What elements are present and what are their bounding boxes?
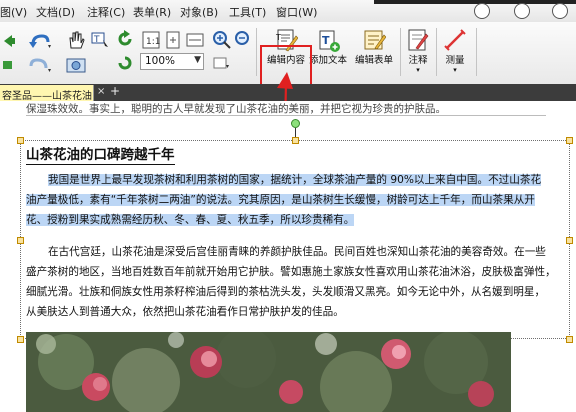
menu-comment[interactable]: 注释(C) bbox=[87, 4, 125, 20]
toolbar-divider bbox=[400, 28, 401, 76]
svg-text:T: T bbox=[275, 33, 281, 42]
chevron-down-icon: ▾ bbox=[416, 66, 420, 74]
undo-icon[interactable]: ▾ bbox=[28, 32, 52, 54]
redo-icon[interactable]: ▾ bbox=[28, 56, 52, 78]
section-heading: 山茶花油的口碑跨越千年 bbox=[26, 147, 175, 165]
menu-view[interactable]: 图(V) bbox=[0, 4, 27, 20]
actual-size-icon[interactable]: 1:1 bbox=[142, 31, 160, 53]
rotate-handle[interactable] bbox=[291, 119, 300, 128]
fit-width-icon[interactable] bbox=[186, 31, 204, 53]
nav-back-icon[interactable] bbox=[2, 32, 16, 54]
zoom-dropdown-icon[interactable]: ▾ bbox=[212, 56, 232, 76]
add-text-button[interactable]: T 添加文本 bbox=[308, 28, 348, 66]
refresh-icon[interactable] bbox=[116, 54, 134, 76]
paragraph-line: 细腻光滑。壮族和侗族女性用茶籽榨油后得到的茶枯洗头发，头发顺滑又黑亮。如今无论中… bbox=[26, 286, 546, 298]
resize-handle[interactable] bbox=[566, 237, 573, 244]
measure-icon bbox=[444, 29, 466, 51]
radio-icon[interactable] bbox=[474, 3, 490, 19]
camellia-photo-art bbox=[26, 332, 511, 412]
resize-handle[interactable] bbox=[566, 137, 573, 144]
close-icon[interactable]: × bbox=[97, 86, 105, 97]
measure-label: 测量 bbox=[445, 55, 465, 66]
zoom-value: 100% bbox=[145, 55, 176, 67]
toolbar-divider bbox=[476, 28, 477, 76]
zoom-out-icon[interactable] bbox=[234, 30, 254, 54]
menu-object[interactable]: 对象(B) bbox=[180, 4, 218, 20]
menu-tools[interactable]: 工具(T) bbox=[229, 4, 266, 20]
camellia-photo bbox=[26, 332, 511, 412]
document-page: 保湿珠效效。事实上，聪明的古人早就发现了山茶花油的美丽，并把它视为珍贵的护肤品。… bbox=[0, 101, 576, 412]
paragraph-line: 在古代宫廷，山茶花油是深受后宫佳丽青睐的养颜护肤佳品。民间百姓也深知山茶花油的美… bbox=[48, 246, 546, 258]
title-strip bbox=[374, 0, 576, 4]
radio-icon[interactable] bbox=[514, 3, 530, 19]
svg-text:▾: ▾ bbox=[48, 43, 51, 50]
svg-text:▾: ▾ bbox=[48, 67, 51, 74]
zoom-in-icon[interactable] bbox=[212, 30, 232, 54]
add-text-icon: T bbox=[319, 30, 340, 52]
plus-icon[interactable]: + bbox=[110, 84, 120, 98]
add-text-label: 添加文本 bbox=[308, 55, 347, 66]
title-area bbox=[356, 0, 576, 22]
paragraph-2: 在古代宫廷，山茶花油是深受后宫佳丽青睐的养颜护肤佳品。民间百姓也深知山茶花油的美… bbox=[26, 242, 562, 322]
hand-tool-icon[interactable] bbox=[66, 30, 86, 54]
annotate-label: 注释 bbox=[408, 55, 428, 66]
menu-form[interactable]: 表单(R) bbox=[133, 4, 171, 20]
edit-form-label: 编辑表单 bbox=[354, 55, 393, 66]
resize-handle[interactable] bbox=[17, 336, 24, 343]
paragraph-line: 油产量极低，素有“千年茶树二两油”的说法。究其原因，是山茶树生长缓慢，树龄可达上… bbox=[26, 194, 535, 206]
annotate-button[interactable]: 注释 ▾ bbox=[404, 28, 432, 74]
paragraph-line: 我国是世界上最早发现茶树和利用茶树的国家，据统计，全球茶油产量的 90%以上来自… bbox=[48, 174, 542, 186]
paragraph-line: 从美肤达人到普通大众，依然把山茶花油看作日常护肤护发的佳品。 bbox=[26, 306, 344, 318]
svg-text:1:1: 1:1 bbox=[146, 37, 160, 47]
previous-text-line: 保湿珠效效。事实上，聪明的古人早就发现了山茶花油的美丽，并把它视为珍贵的护肤品。 bbox=[26, 101, 546, 116]
resize-handle[interactable] bbox=[17, 137, 24, 144]
snapshot-icon[interactable] bbox=[66, 56, 86, 78]
resize-handle[interactable] bbox=[566, 336, 573, 343]
paragraph-line: 盛产茶树的地区，当地百姓数百年前就开始用它护肤。譬如惠施土家族女性喜欢用山茶花油… bbox=[26, 266, 556, 278]
nav-forward-icon[interactable] bbox=[2, 56, 16, 78]
paragraph-1: 我国是世界上最早发现茶树和利用茶树的国家，据统计，全球茶油产量的 90%以上来自… bbox=[26, 170, 562, 230]
measure-button[interactable]: 测量 ▾ bbox=[440, 28, 470, 74]
select-text-icon[interactable]: T bbox=[90, 30, 110, 54]
svg-text:T: T bbox=[93, 35, 100, 45]
edit-form-button[interactable]: 编辑表单 bbox=[350, 28, 398, 66]
resize-handle[interactable] bbox=[292, 137, 299, 144]
rotate-icon[interactable] bbox=[116, 30, 134, 52]
radio-icon[interactable] bbox=[552, 3, 568, 19]
menu-window[interactable]: 窗口(W) bbox=[276, 4, 317, 20]
edit-form-icon bbox=[364, 30, 386, 50]
toolbar-divider bbox=[256, 28, 257, 76]
chevron-down-icon: ▼ bbox=[194, 55, 201, 65]
toolbar-divider bbox=[436, 28, 437, 76]
menu-bar: 图(V) 文档(D) 注释(C) 表单(R) 对象(B) 工具(T) 窗口(W) bbox=[0, 0, 576, 23]
annotate-icon bbox=[408, 29, 429, 51]
zoom-select[interactable]: 100% ▼ bbox=[140, 53, 204, 70]
document-tab[interactable]: 容圣品——山茶花油 bbox=[0, 85, 94, 101]
fit-page-icon[interactable] bbox=[164, 31, 182, 53]
resize-handle[interactable] bbox=[17, 237, 24, 244]
menu-document[interactable]: 文档(D) bbox=[36, 4, 75, 20]
paragraph-line: 花、授粉到果实成熟需经历秋、冬、春、夏、秋五季，所以珍贵稀有。 bbox=[26, 214, 355, 226]
svg-text:▾: ▾ bbox=[226, 63, 229, 70]
svg-text:T: T bbox=[322, 34, 330, 47]
chevron-down-icon: ▾ bbox=[453, 66, 457, 74]
